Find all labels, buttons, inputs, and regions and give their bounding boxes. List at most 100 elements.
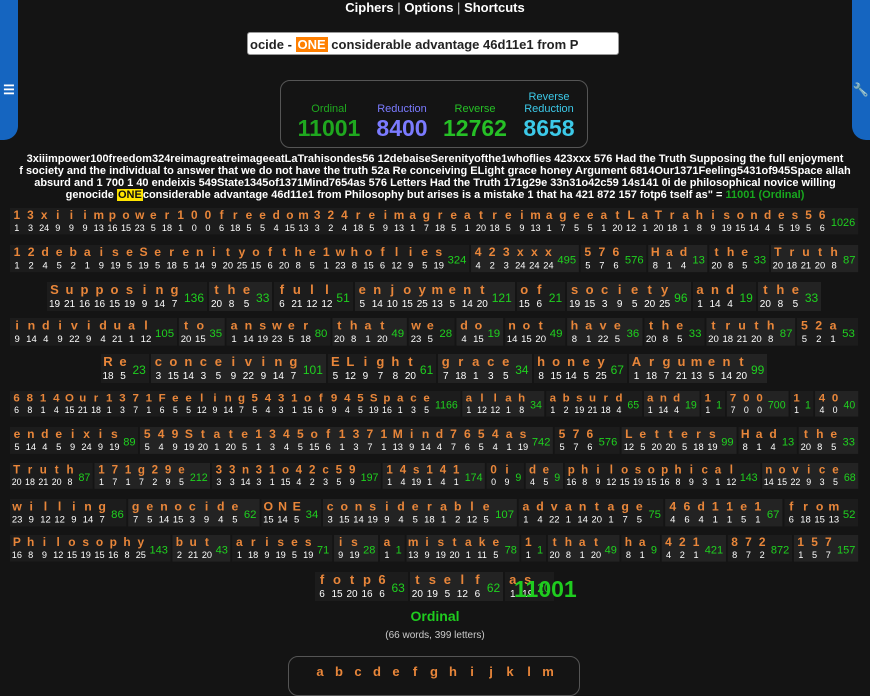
breakdown-word[interactable]: T 20 r 18 u 21 t 20 h 8 87 xyxy=(770,245,859,273)
alphabet-letter[interactable]: m xyxy=(539,657,558,695)
breakdown-word[interactable]: R 18 e 5 23 xyxy=(100,354,149,383)
breakdown-word[interactable]: 4 4 2 2 1 1 421 xyxy=(661,535,726,562)
breakdown-word[interactable]: O 15 N 14 E 5 34 xyxy=(261,499,322,527)
total-reverse[interactable]: Reverse 12762 xyxy=(435,103,515,141)
wrench-icon[interactable]: 🔧 xyxy=(852,82,870,98)
alphabet-letter[interactable]: g xyxy=(425,657,444,695)
alphabet-letter[interactable]: b xyxy=(330,657,349,695)
alphabet-letter[interactable]: e xyxy=(387,657,406,695)
breakdown-word[interactable]: m 13 i 9 s 19 t 20 a 1 k 11 e 5 78 xyxy=(406,535,520,562)
breakdown-word[interactable]: 5 5 7 7 6 6 576 xyxy=(555,427,621,454)
breakdown-word[interactable]: a 1 b 2 s 19 u 21 r 18 d 4 65 xyxy=(546,391,642,417)
breakdown-word[interactable]: h 8 o 15 n 14 e 5 y 25 67 xyxy=(533,354,627,383)
breakdown-word[interactable]: 1 1 2 2 d 4 e 5 b 2 a 1 i 9 s 19 e 5 S 19 e 5 r 18 e 5 n 14 i 9 t 20 y 25… xyxy=(10,245,470,273)
breakdown-word[interactable]: o 15 f 6 21 xyxy=(516,282,566,311)
breakdown-word[interactable]: h 8 a 1 v 22 e 5 36 xyxy=(567,318,643,346)
breakdown-word[interactable]: 5 5 7 7 6 6 576 xyxy=(580,245,647,273)
breakdown-word[interactable]: e 5 n 14 d 4 e 5 i 9 x 24 i 9 s 19 89 xyxy=(10,427,139,454)
breakdown-word[interactable]: c 3 o 15 n 14 c 3 e 5 i 9 v 22 i 9 n 14 g 7 101 xyxy=(150,354,326,383)
breakdown-word[interactable]: H 8 a 1 d 4 13 xyxy=(738,427,798,454)
breakdown-word[interactable]: s 19 o 15 c 3 i 9 e 5 t 20 y 25 96 xyxy=(567,282,691,311)
breakdown-word[interactable]: 1 1 7 7 1 1 g 7 2 2 9 9 e 5 212 xyxy=(94,463,211,489)
breakdown-word[interactable]: a 1 n 14 s 19 w 23 e 5 r 18 80 xyxy=(226,318,331,346)
breakdown-word[interactable]: 5 5 2 2 a 1 53 xyxy=(797,318,858,346)
breakdown-word[interactable]: t 20 h 8 e 5 33 xyxy=(757,282,822,311)
breakdown-word[interactable]: t 20 h 8 a 1 t 20 49 xyxy=(547,535,620,562)
alphabet-letter[interactable]: k xyxy=(501,657,520,695)
breakdown-word[interactable]: a 1 n 14 d 4 19 xyxy=(643,391,700,417)
alphabet-letter[interactable]: c xyxy=(349,657,368,695)
menu-shortcuts[interactable]: Shortcuts xyxy=(464,0,525,15)
breakdown-word[interactable]: 111 xyxy=(521,535,546,562)
breakdown-word[interactable]: d4e59 xyxy=(525,463,563,489)
breakdown-word[interactable]: a 1 r 18 i 9 s 19 e 5 s 19 71 xyxy=(232,535,332,562)
breakdown-word[interactable]: f 6 u 21 l 12 l 12 51 xyxy=(274,282,353,311)
breakdown-word[interactable]: h8a19 xyxy=(621,535,660,562)
breakdown-word[interactable]: 1 1 3 3 x 24 i 9 i 9 i 9 m 13 p 16 o 15 w 23 e 5 r 18 1 1 0 0 0 0 f 6 r 1… xyxy=(10,208,858,235)
breakdown-word[interactable]: w 23 e 5 28 xyxy=(408,318,456,346)
left-panel-tab[interactable]: ☰ xyxy=(0,0,18,140)
breakdown-word[interactable]: f 6 r 18 o 15 m 13 52 xyxy=(784,499,859,527)
breakdown-word[interactable]: 3 3 3 3 n 14 3 3 1 1 o 15 4 4 2 2 c 3 5 5 9 9 197 xyxy=(212,463,382,489)
menu-options[interactable]: Options xyxy=(404,0,453,15)
breakdown-word[interactable]: 6 6 8 8 1 1 4 4 O 15 u 21 r 18 1 1 3 3 7 7 1 1 F 6 e 5 e 5 l 12 i 9 n 14 g… xyxy=(10,391,461,417)
breakdown-word[interactable]: 1 1 4 4 s 19 1 1 4 4 1 1 174 xyxy=(382,463,486,489)
breakdown-word[interactable]: 111 xyxy=(701,391,725,417)
breakdown-word[interactable]: t 20 o 15 35 xyxy=(178,318,226,346)
breakdown-word[interactable]: P 16 h 8 i 9 l 12 o 15 s 19 o 15 p 16 h 8 y 25 143 xyxy=(10,535,171,562)
right-panel-tab[interactable]: 🔧 xyxy=(852,0,870,140)
breakdown-word[interactable]: t 20 h 8 e 5 33 xyxy=(209,282,273,311)
breakdown-word[interactable]: i 9 s 19 28 xyxy=(333,535,379,562)
breakdown-word[interactable]: t 20 h 8 e 5 33 xyxy=(643,318,705,346)
breakdown-word[interactable]: d 4 o 15 19 xyxy=(456,318,504,346)
list-icon[interactable]: ☰ xyxy=(0,82,18,98)
alphabet-letter[interactable]: i xyxy=(463,657,482,695)
breakdown-word[interactable]: 4 4 2 2 3 3 x 24 x 24 x 24 495 xyxy=(471,245,579,273)
breakdown-word[interactable]: L 12 e 5 t 20 t 20 e 5 r 18 s 19 99 xyxy=(621,427,737,454)
breakdown-word[interactable]: t 20 r 18 u 21 t 20 h 8 87 xyxy=(706,318,796,346)
breakdown-word[interactable]: 5 5 4 4 9 9 S 19 t 20 a 1 t 20 e 5 1 1 3 3 4 4 5 5 o 15 f 6 1 1 3 3 7 7 1 1… xyxy=(140,427,554,454)
breakdown-word[interactable]: S 19 u 21 p 16 p 16 o 15 s 19 i 9 n 14 g 7 136 xyxy=(47,282,208,311)
breakdown-word[interactable]: 7 7 0 0 0 0 700 xyxy=(726,391,789,417)
menu-ciphers[interactable]: Ciphers xyxy=(345,0,393,15)
breakdown-word[interactable]: a 1 d 4 v 22 a 1 n 14 t 20 a 1 g 7 e 5 75 xyxy=(518,499,664,527)
breakdown-word[interactable]: w 23 i 9 l 12 l 12 i 9 n 14 g 7 86 xyxy=(10,499,127,527)
breakdown-word[interactable]: t 20 h 8 a 1 t 20 49 xyxy=(332,318,407,346)
breakdown-word[interactable]: t 20 s 19 e 5 l 12 f 6 62 xyxy=(409,572,504,601)
breakdown-word[interactable]: f 6 o 15 t 20 p 16 6 6 63 xyxy=(314,572,408,601)
total-reverse-reduction[interactable]: Reverse Reduction 8658 xyxy=(509,91,589,141)
breakdown-word[interactable]: g 7 e 5 n 14 o 15 c 3 i 9 d 4 e 5 62 xyxy=(128,499,260,527)
breakdown-word[interactable]: T 20 r 18 u 21 t 20 h 8 87 xyxy=(10,463,94,489)
breakdown-word[interactable]: b 2 u 21 t 20 43 xyxy=(172,535,231,562)
alphabet-letter[interactable]: j xyxy=(482,657,501,695)
breakdown-word[interactable]: a11 xyxy=(380,535,405,562)
breakdown-word[interactable]: a 1 n 14 d 4 19 xyxy=(692,282,756,311)
breakdown-word[interactable]: 1 1 5 5 7 7 157 xyxy=(793,535,859,562)
breakdown-word[interactable]: t 20 h 8 e 5 33 xyxy=(709,245,769,273)
alphabet-letter[interactable]: d xyxy=(368,657,387,695)
breakdown-word[interactable]: E 5 L 12 i 9 g 7 h 8 t 20 61 xyxy=(327,354,437,383)
breakdown-word[interactable]: a 1 l 12 l 12 a 1 h 8 34 xyxy=(462,391,545,417)
breakdown-word[interactable]: t 20 h 8 e 5 33 xyxy=(798,427,858,454)
breakdown-word[interactable]: g 7 r 18 a 1 c 3 e 5 34 xyxy=(438,354,532,383)
breakdown-word[interactable]: 8 8 7 7 2 2 872 xyxy=(727,535,793,562)
breakdown-word[interactable]: i 9 n 14 d 4 i 9 v 22 i 9 d 4 u 21 a 1 l 12 105 xyxy=(10,318,177,346)
alphabet-letter[interactable]: h xyxy=(444,657,463,695)
breakdown-word[interactable]: 4 4 6 6 d 4 1 1 1 1 e 5 1 1 67 xyxy=(665,499,783,527)
total-reduction[interactable]: Reduction 8400 xyxy=(363,103,441,141)
alphabet-letter[interactable]: f xyxy=(406,657,425,695)
total-ordinal[interactable]: Ordinal 11001 xyxy=(289,103,369,141)
breakdown-word[interactable]: 4 4 0 0 40 xyxy=(815,391,858,417)
breakdown-word[interactable]: 00i99 xyxy=(486,463,525,489)
alphabet-letter[interactable]: a xyxy=(311,657,330,695)
breakdown-word[interactable]: A 1 r 18 g 7 u 21 m 13 e 5 n 14 t 20 99 xyxy=(628,354,768,383)
phrase-input[interactable]: ocide - ONE considerable advantage 46d11… xyxy=(247,32,619,55)
breakdown-word[interactable]: e 5 n 14 j 10 o 15 y 25 m 13 e 5 n 14 t 20 121 xyxy=(354,282,515,311)
breakdown-word[interactable]: 111 xyxy=(789,391,814,417)
alphabet-letter[interactable]: l xyxy=(520,657,539,695)
breakdown-word[interactable]: H 8 a 1 d 4 13 xyxy=(648,245,708,273)
breakdown-word[interactable]: n 14 o 15 v 22 i 9 c 3 e 5 68 xyxy=(762,463,859,489)
breakdown-word[interactable]: c 3 o 15 n 14 s 19 i 9 d 4 e 5 r 18 a 1 b 2 l 12 e 5 107 xyxy=(323,499,517,527)
breakdown-word[interactable]: n 14 o 15 t 20 49 xyxy=(504,318,566,346)
breakdown-word[interactable]: p 16 h 8 i 9 l 12 o 15 s 19 o 15 p 16 h 8 i 9 c 3 a 1 l 12 143 xyxy=(564,463,761,489)
